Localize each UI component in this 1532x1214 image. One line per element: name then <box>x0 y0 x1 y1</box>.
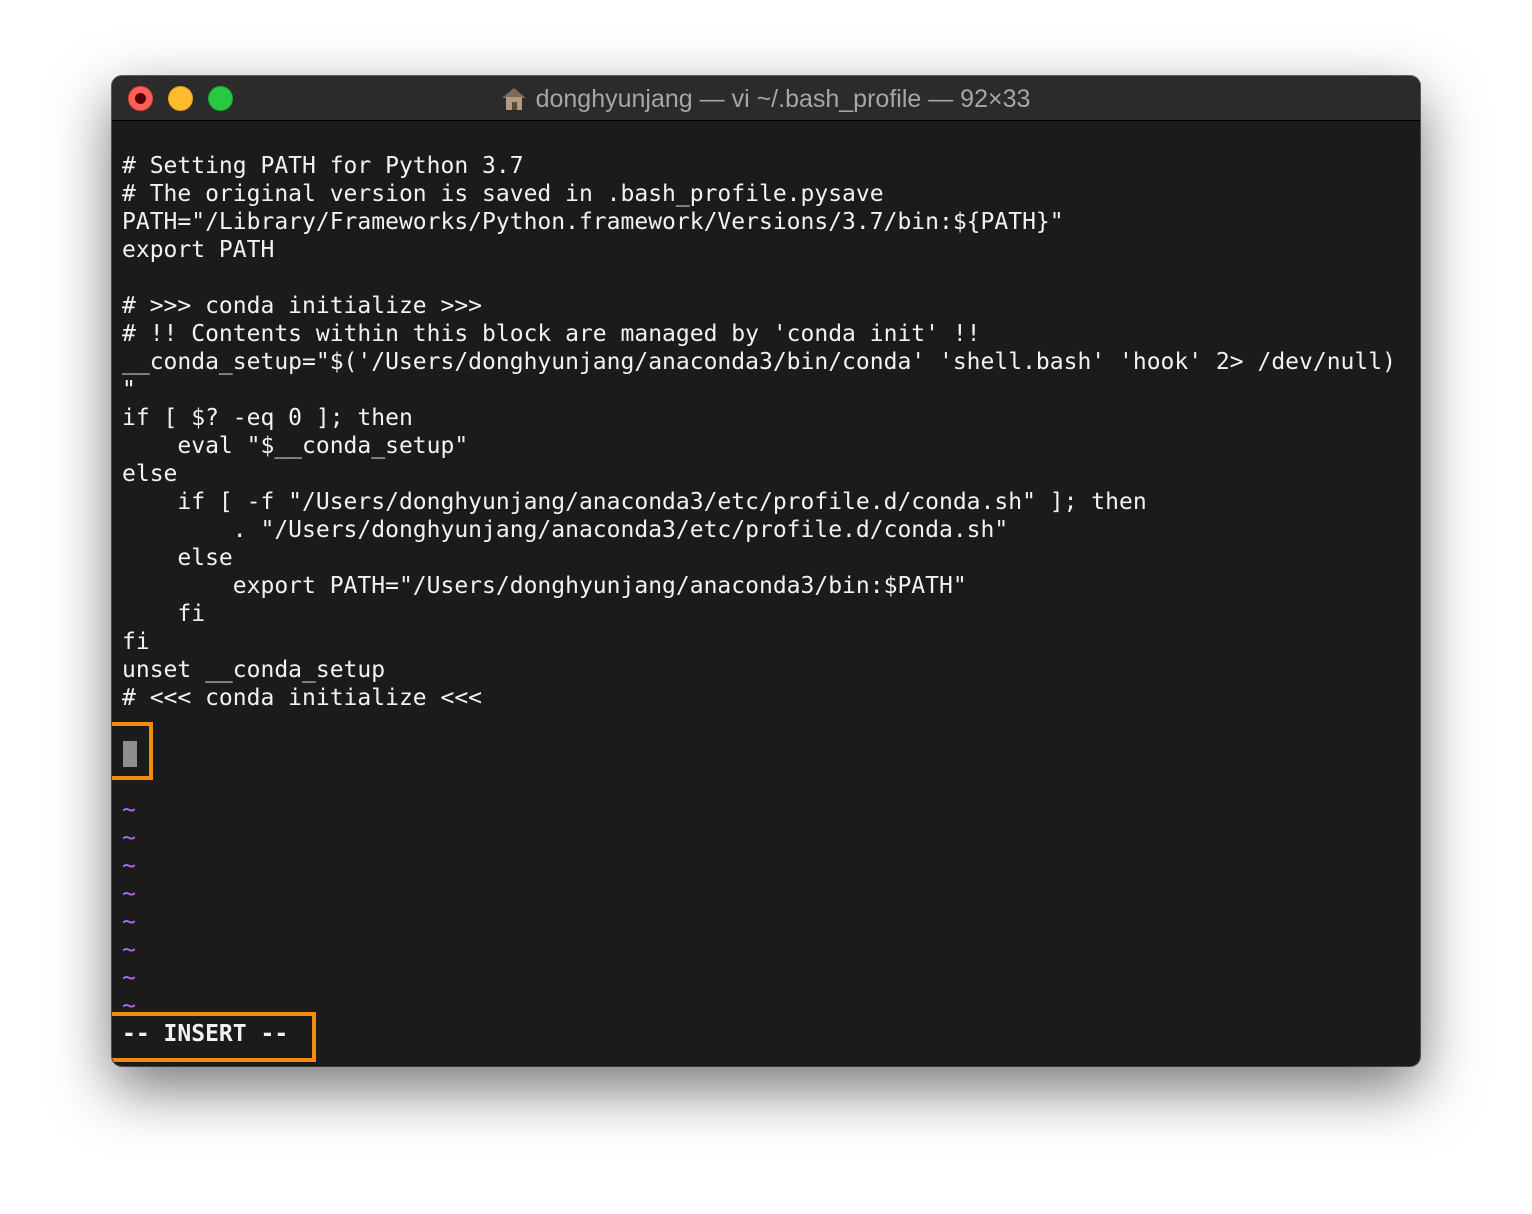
editor-line[interactable]: . "/Users/donghyunjang/anaconda3/etc/pro… <box>122 516 1396 544</box>
tilde-marker: ~ <box>122 825 136 851</box>
editor-line[interactable]: if [ -f "/Users/donghyunjang/anaconda3/e… <box>122 488 1396 516</box>
cursor-highlight-box <box>112 722 153 780</box>
editor-line[interactable]: else <box>122 544 1396 572</box>
editor-line[interactable]: __conda_setup="$('/Users/donghyunjang/an… <box>122 348 1396 376</box>
window-title-wrap: donghyunjang — vi ~/.bash_profile — 92×3… <box>112 84 1420 114</box>
editor-line[interactable]: if [ $? -eq 0 ]; then <box>122 404 1396 432</box>
home-icon <box>501 88 526 110</box>
editor-line[interactable]: # The original version is saved in .bash… <box>122 180 1396 208</box>
editor-line[interactable]: unset __conda_setup <box>122 656 1396 684</box>
editor-line[interactable]: fi <box>122 600 1396 628</box>
editor-line[interactable]: # <<< conda initialize <<< <box>122 684 1396 712</box>
editor-line[interactable]: else <box>122 460 1396 488</box>
title-bar[interactable]: donghyunjang — vi ~/.bash_profile — 92×3… <box>112 76 1420 121</box>
editor-line[interactable]: # !! Contents within this block are mana… <box>122 320 1396 348</box>
editor-line[interactable]: fi <box>122 628 1396 656</box>
editor-line[interactable]: export PATH <box>122 236 1396 264</box>
mode-highlight-box <box>112 1012 316 1062</box>
editor-line[interactable]: # >>> conda initialize >>> <box>122 292 1396 320</box>
tilde-marker: ~ <box>122 965 136 991</box>
terminal-window: donghyunjang — vi ~/.bash_profile — 92×3… <box>112 76 1420 1066</box>
editor-line[interactable]: export PATH="/Users/donghyunjang/anacond… <box>122 572 1396 600</box>
editor-line[interactable]: PATH="/Library/Frameworks/Python.framewo… <box>122 208 1396 236</box>
editor-line[interactable]: eval "$__conda_setup" <box>122 432 1396 460</box>
tilde-marker: ~ <box>122 937 136 963</box>
tilde-marker: ~ <box>122 853 136 879</box>
tilde-marker: ~ <box>122 881 136 907</box>
editor-text-area[interactable]: # Setting PATH for Python 3.7 # The origi… <box>122 152 1396 712</box>
editor-line[interactable]: " <box>122 376 1396 404</box>
tilde-marker: ~ <box>122 909 136 935</box>
editor-line[interactable] <box>122 264 1396 292</box>
editor-line[interactable]: # Setting PATH for Python 3.7 <box>122 152 1396 180</box>
tilde-marker: ~ <box>122 797 136 823</box>
window-title: donghyunjang — vi ~/.bash_profile — 92×3… <box>535 85 1031 113</box>
